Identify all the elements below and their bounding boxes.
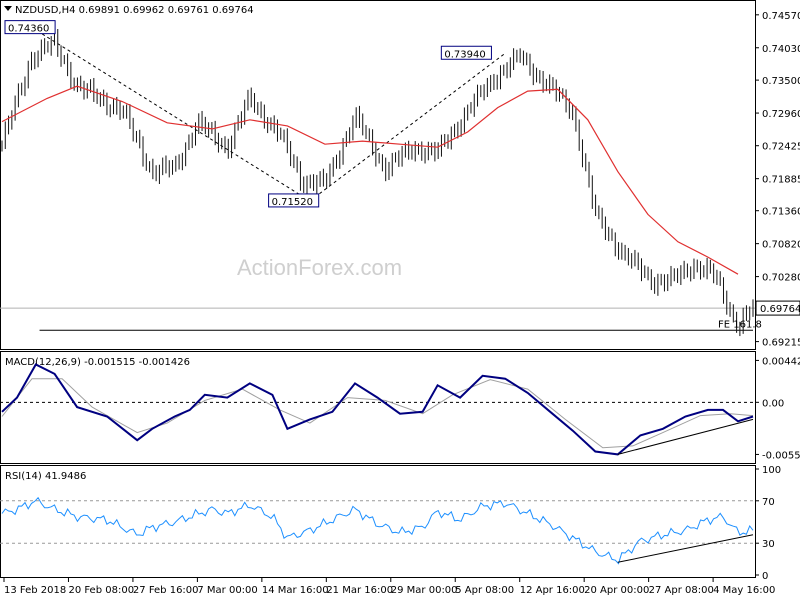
rsi-y-tick-label: 70	[762, 497, 775, 508]
y-tick-label: 0.74570	[762, 11, 800, 22]
macd-title: MACD(12,26,9) -0.001515 -0.001426	[5, 357, 190, 368]
current-price-label: 0.69764	[760, 304, 800, 315]
y-tick-label: 0.72960	[762, 109, 800, 120]
y-tick-label: 0.73500	[762, 76, 800, 87]
price-annotation-label: 0.71520	[272, 197, 313, 208]
watermark: ActionForex.com	[237, 255, 402, 280]
macd-y-tick-label: 0.00	[762, 398, 784, 409]
y-tick-label: 0.70280	[762, 273, 800, 284]
symbol-line: NZDUSD,H4 0.69891 0.69962 0.69761 0.6976…	[15, 5, 254, 16]
fe-label: FE 161.8	[718, 319, 762, 330]
x-tick-label: 5 Apr 08:00	[455, 585, 514, 596]
x-tick-label: 20 Apr 00:00	[584, 585, 649, 596]
x-tick-label: 12 Apr 16:00	[520, 585, 585, 596]
rsi-y-tick-label: 30	[762, 539, 775, 550]
y-tick-label: 0.72425	[762, 142, 800, 153]
y-tick-label: 0.71885	[762, 175, 800, 186]
y-tick-label: 0.70820	[762, 240, 800, 251]
x-tick-label: 21 Mar 16:00	[326, 585, 393, 596]
price-annotation-label: 0.73940	[444, 49, 485, 60]
x-tick-label: 27 Feb 16:00	[133, 585, 199, 596]
header: NZDUSD,H4 0.69891 0.69962 0.69761 0.6976…	[4, 5, 254, 16]
x-tick-label: 14 Mar 16:00	[262, 585, 329, 596]
y-tick-label: 0.71360	[762, 207, 800, 218]
x-tick-label: 13 Feb 2018	[4, 585, 66, 596]
price-annotation-label: 0.74360	[8, 24, 49, 35]
chart-canvas: NZDUSD,H4 0.69891 0.69962 0.69761 0.6976…	[0, 0, 800, 600]
y-tick-label: 0.74030	[762, 44, 800, 55]
rsi-title: RSI(14) 41.9486	[5, 471, 86, 482]
background	[0, 0, 800, 600]
y-tick-label: 0.69215	[762, 338, 800, 349]
rsi-y-tick-label: 100	[762, 465, 781, 476]
x-tick-label: 20 Feb 08:00	[68, 585, 134, 596]
macd-y-tick-label: -0.005506	[762, 450, 800, 461]
x-tick-label: 4 May 16:00	[713, 585, 775, 596]
macd-y-tick-label: 0.004428	[762, 356, 800, 367]
x-tick-label: 29 Mar 00:00	[391, 585, 458, 596]
rsi-y-tick-label: 0	[762, 571, 768, 582]
x-tick-label: 7 Mar 00:00	[197, 585, 257, 596]
x-tick-label: 27 Apr 08:00	[649, 585, 714, 596]
